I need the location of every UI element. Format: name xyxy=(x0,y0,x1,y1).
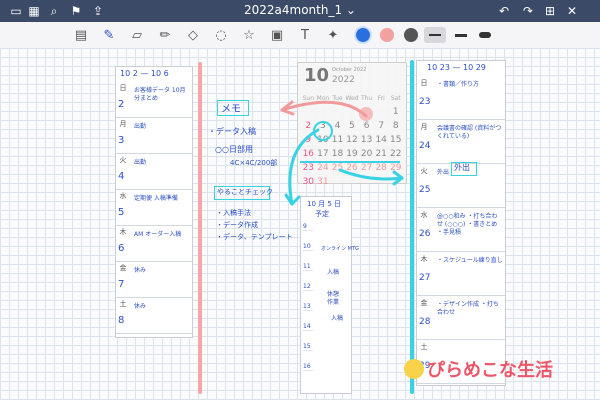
annotation-arrows xyxy=(280,100,404,206)
brand-logo: ぴらめこな生活 xyxy=(404,354,553,384)
logo-text: ぴらめこな生活 xyxy=(427,360,553,381)
pink-arrow xyxy=(280,100,368,118)
cyan-arrow-down xyxy=(288,128,320,206)
logo-face-icon xyxy=(404,359,424,379)
